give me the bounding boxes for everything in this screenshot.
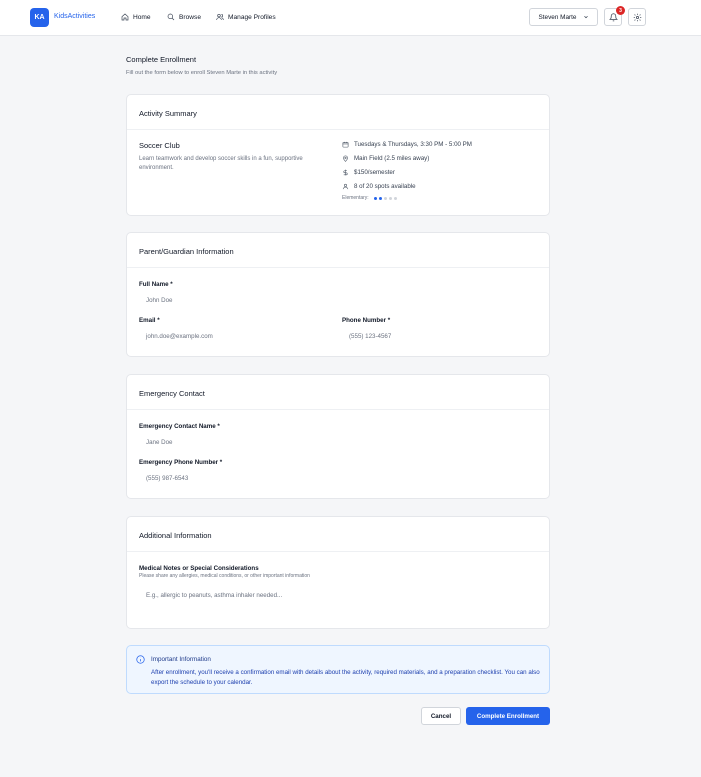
level-dot (388, 196, 392, 200)
level-dot (393, 196, 397, 200)
medical-notes-helper: Please share any allergies, medical cond… (139, 573, 310, 579)
divider (127, 409, 549, 410)
settings-button[interactable] (628, 8, 646, 26)
top-navigation-bar: KA KidsActivities Home Browse Manage Pro… (0, 0, 701, 36)
level-indicator (373, 196, 397, 200)
user-name: Steven Marte (538, 13, 577, 21)
additional-info-title: Additional Information (139, 531, 212, 540)
phone-input[interactable]: (555) 123-4567 (349, 333, 391, 340)
email-input[interactable]: john.doe@example.com (146, 333, 213, 340)
calendar-icon (342, 141, 349, 148)
activity-description: Learn teamwork and develop soccer skills… (139, 156, 303, 171)
full-name-label: Full Name * (139, 281, 173, 288)
emergency-name-label: Emergency Contact Name * (139, 423, 220, 430)
nav-manage-profiles[interactable]: Manage Profiles (216, 13, 276, 21)
nav-manage-profiles-label: Manage Profiles (228, 13, 276, 21)
price-text: $150/semester (354, 169, 395, 176)
activity-spots: 8 of 20 spots available (342, 183, 416, 190)
location-text: Main Field (2.5 miles away) (354, 155, 430, 162)
user-profile-select[interactable]: Steven Marte (529, 8, 598, 26)
email-label: Email * (139, 317, 160, 324)
emergency-phone-label: Emergency Phone Number * (139, 459, 223, 466)
activity-summary-card: Activity Summary Soccer Club Learn teamw… (126, 94, 550, 216)
divider (127, 551, 549, 552)
nav-browse[interactable]: Browse (167, 13, 201, 21)
medical-notes-textarea[interactable]: E.g., allergic to peanuts, asthma inhale… (146, 592, 282, 599)
brand-name[interactable]: KidsActivities (54, 13, 95, 20)
logo[interactable]: KA (30, 8, 49, 27)
activity-summary-title: Activity Summary (139, 109, 197, 118)
activity-schedule: Tuesdays & Thursdays, 3:30 PM - 5:00 PM (342, 141, 472, 148)
search-icon (167, 13, 175, 21)
gear-icon (633, 13, 641, 21)
home-icon (121, 13, 129, 21)
important-info-box: Important Information After enrollment, … (126, 645, 550, 694)
emergency-name-input[interactable]: Jane Doe (146, 439, 173, 446)
emergency-phone-input[interactable]: (555) 987-6543 (146, 475, 188, 482)
info-icon (136, 655, 145, 664)
spots-text: 8 of 20 spots available (354, 183, 416, 190)
users-icon (216, 14, 224, 21)
medical-notes-label: Medical Notes or Special Considerations (139, 565, 259, 572)
dollar-icon (343, 169, 348, 176)
schedule-text: Tuesdays & Thursdays, 3:30 PM - 5:00 PM (354, 141, 472, 148)
additional-info-card: Additional Information Medical Notes or … (126, 516, 550, 629)
activity-location: Main Field (2.5 miles away) (342, 155, 429, 162)
important-info-text: After enrollment, you'll receive a confi… (151, 669, 540, 686)
phone-label: Phone Number * (342, 317, 391, 324)
guardian-info-title: Parent/Guardian Information (139, 247, 234, 256)
important-info-title: Important Information (151, 656, 211, 663)
activity-level: Elementary: (342, 195, 397, 201)
divider (127, 129, 549, 130)
chevron-down-icon (583, 15, 588, 19)
guardian-info-card: Parent/Guardian Information Full Name * … (126, 232, 550, 357)
activity-price: $150/semester (342, 169, 395, 176)
activity-name: Soccer Club (139, 141, 180, 150)
level-dot (383, 196, 387, 200)
divider (127, 267, 549, 268)
bell-icon (608, 12, 618, 21)
map-pin-icon (343, 155, 348, 162)
cancel-button[interactable]: Cancel (421, 707, 461, 725)
notifications-button[interactable]: 3 (604, 6, 625, 26)
page-title: Complete Enrollment (126, 55, 197, 64)
complete-enrollment-button[interactable]: Complete Enrollment (466, 707, 550, 725)
level-label: Elementary: (342, 195, 369, 201)
full-name-input[interactable]: John Doe (146, 297, 173, 304)
emergency-contact-title: Emergency Contact (139, 389, 205, 398)
emergency-contact-card: Emergency Contact Emergency Contact Name… (126, 374, 550, 499)
notification-badge: 3 (616, 6, 625, 15)
page-subtitle: Fill out the form below to enroll Steven… (126, 70, 278, 76)
level-dot (373, 196, 377, 200)
nav-home[interactable]: Home (121, 13, 151, 21)
nav-home-label: Home (133, 13, 151, 21)
nav-browse-label: Browse (179, 13, 201, 21)
level-dot (378, 196, 382, 200)
user-icon (342, 183, 349, 190)
